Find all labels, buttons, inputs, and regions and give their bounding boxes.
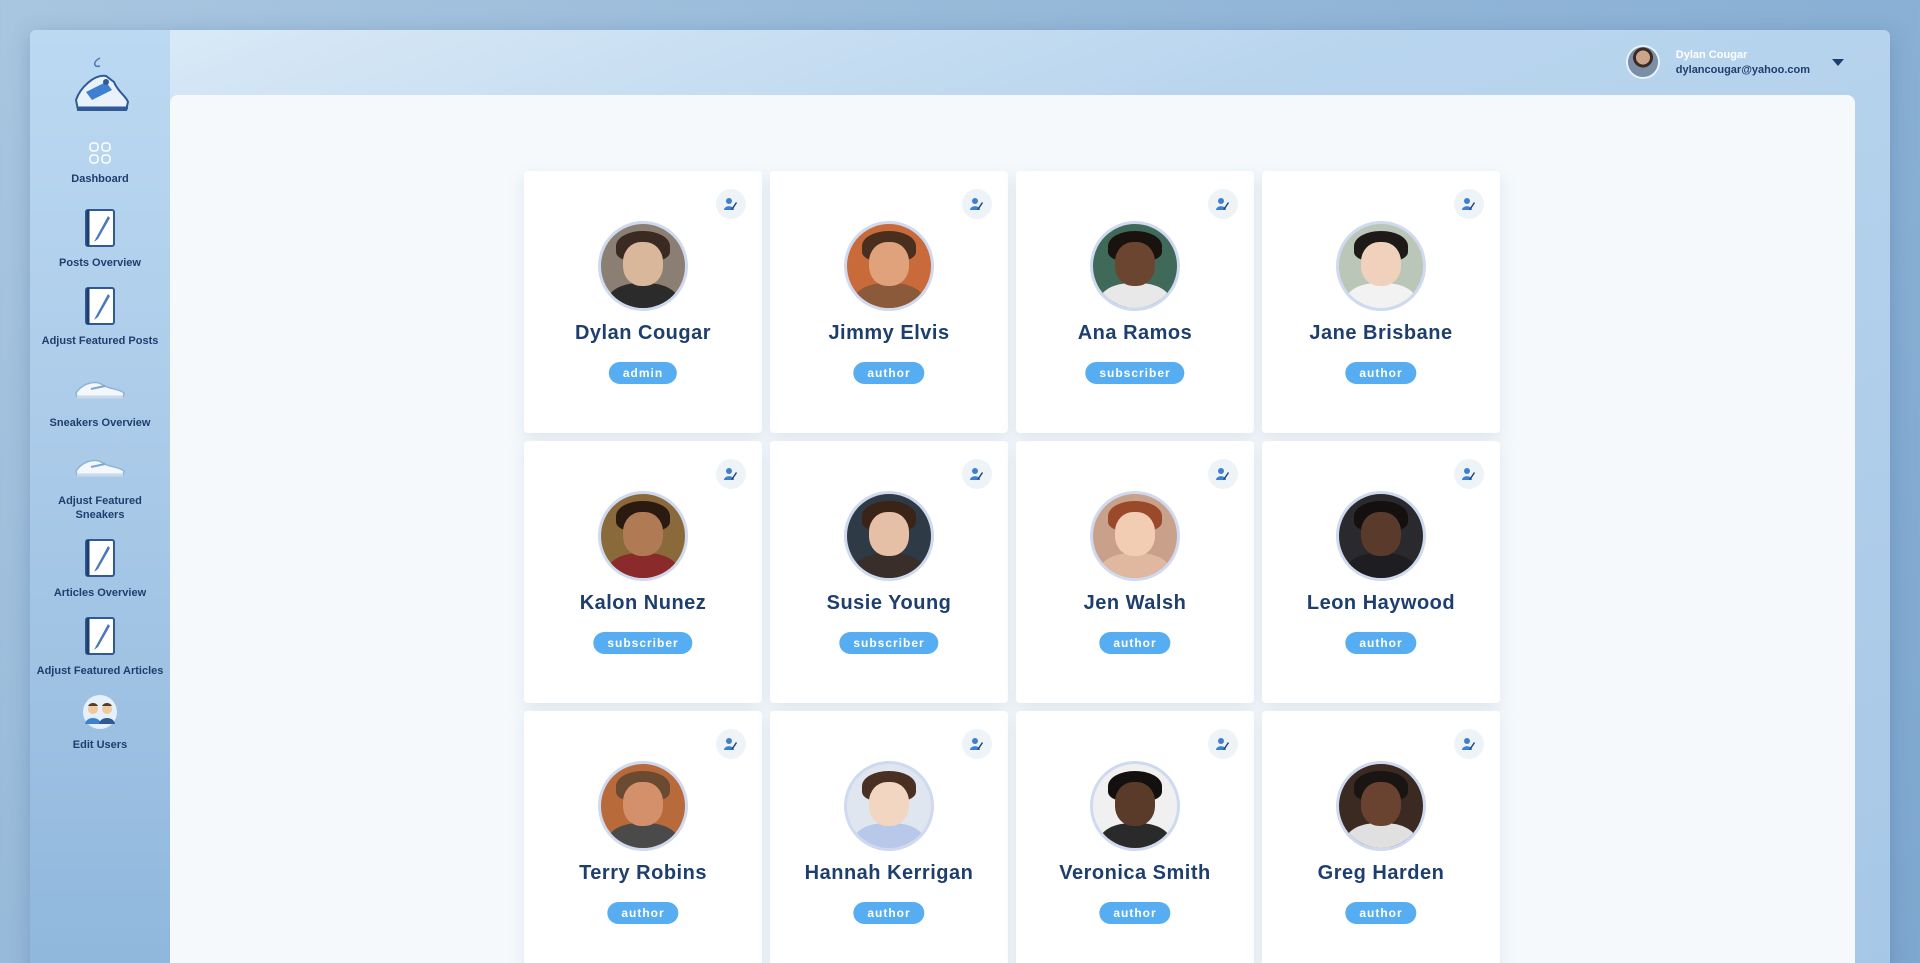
user-name: Dylan Cougar [574, 322, 712, 344]
sidebar-item-articles-overview[interactable]: Articles Overview [30, 534, 170, 612]
user-name: Susie Young [826, 592, 952, 614]
edit-user-icon[interactable] [1454, 459, 1484, 489]
sidebar-item-label: Posts Overview [59, 257, 141, 269]
role-badge[interactable]: author [1345, 362, 1417, 384]
avatar [844, 221, 934, 311]
avatar [598, 761, 688, 851]
edit-user-icon[interactable] [1208, 459, 1238, 489]
sidebar-nav: Dashboard Posts Overview Adjust Featured… [30, 138, 170, 760]
sidebar-item-label: Adjust Featured Articles [36, 665, 164, 677]
user-info: Dylan Cougar dylancougar@yahoo.com [1676, 49, 1810, 76]
notepad-icon [81, 612, 119, 660]
role-badge[interactable]: author [853, 362, 925, 384]
user-name: Leon Haywood [1306, 592, 1456, 614]
avatar [1090, 761, 1180, 851]
sidebar-item-dashboard[interactable]: Dashboard [30, 138, 170, 194]
sidebar-item-label: Adjust Featured Sneakers [58, 495, 142, 521]
edit-user-icon[interactable] [1208, 729, 1238, 759]
avatar [1625, 45, 1660, 79]
avatar [844, 761, 934, 851]
sidebar-item-adjust-featured-posts[interactable]: Adjust Featured Posts [30, 272, 170, 364]
edit-user-icon[interactable] [1454, 189, 1484, 219]
avatar [1336, 221, 1426, 311]
sidebar-item-edit-users[interactable]: Edit Users [30, 690, 170, 760]
notepad-icon [81, 534, 119, 582]
sidebar-item-label: Adjust Featured Posts [41, 335, 159, 347]
avatar [598, 221, 688, 311]
user-name: Dylan Cougar [1675, 48, 1748, 61]
role-badge[interactable]: author [1345, 632, 1417, 654]
notepad-icon [81, 204, 119, 252]
avatar [1090, 221, 1180, 311]
sidebar-item-adjust-featured-articles[interactable]: Adjust Featured Articles [30, 612, 170, 690]
sidebar-item-posts-overview[interactable]: Posts Overview [30, 194, 170, 272]
app-window: Dashboard Posts Overview Adjust Featured… [30, 30, 1890, 963]
role-badge[interactable]: subscriber [839, 632, 939, 654]
user-card: Hannah Kerrigan author [770, 711, 1008, 963]
user-card: Susie Young subscriber [770, 441, 1008, 703]
user-card: Dylan Cougar admin [524, 171, 762, 433]
notepad-icon [81, 282, 119, 330]
sneaker-icon [73, 442, 127, 490]
sneaker-logo[interactable] [66, 52, 136, 122]
sneaker-icon [73, 364, 127, 412]
edit-user-icon[interactable] [1208, 189, 1238, 219]
user-name: Greg Harden [1317, 862, 1445, 884]
user-name: Hannah Kerrigan [804, 862, 974, 884]
user-name: Terry Robins [579, 862, 707, 884]
user-card: Leon Haywood author [1262, 441, 1500, 703]
edit-user-icon[interactable] [716, 459, 746, 489]
user-card: Ana Ramos subscriber [1016, 171, 1254, 433]
avatar [1336, 491, 1426, 581]
user-name: Kalon Nunez [579, 592, 707, 614]
grid-icon [88, 138, 112, 168]
user-card: Greg Harden author [1262, 711, 1500, 963]
role-badge[interactable]: subscriber [1085, 362, 1185, 384]
sidebar: Dashboard Posts Overview Adjust Featured… [30, 30, 170, 963]
role-badge[interactable]: author [853, 902, 925, 924]
user-name: Ana Ramos [1077, 322, 1193, 344]
chevron-down-icon[interactable] [1832, 58, 1844, 66]
avatar [1336, 761, 1426, 851]
user-card: Jen Walsh author [1016, 441, 1254, 703]
edit-user-icon[interactable] [962, 189, 992, 219]
edit-user-icon[interactable] [716, 189, 746, 219]
edit-user-icon[interactable] [1454, 729, 1484, 759]
role-badge[interactable]: author [607, 902, 679, 924]
role-badge[interactable]: admin [608, 362, 678, 384]
avatar [1090, 491, 1180, 581]
user-menu[interactable]: Dylan Cougar dylancougar@yahoo.com [1625, 44, 1844, 80]
user-card: Veronica Smith author [1016, 711, 1254, 963]
avatar [598, 491, 688, 581]
role-badge[interactable]: author [1099, 632, 1171, 654]
user-name: Veronica Smith [1059, 862, 1211, 884]
role-badge[interactable]: author [1345, 902, 1417, 924]
sidebar-item-adjust-featured-sneakers[interactable]: Adjust Featured Sneakers [30, 442, 170, 534]
sidebar-item-label: Articles Overview [53, 587, 147, 599]
user-card: Jimmy Elvis author [770, 171, 1008, 433]
user-card: Jane Brisbane author [1262, 171, 1500, 433]
user-name: Jane Brisbane [1309, 322, 1453, 344]
edit-user-icon[interactable] [962, 459, 992, 489]
sidebar-item-label: Dashboard [71, 173, 129, 185]
user-card: Kalon Nunez subscriber [524, 441, 762, 703]
user-email: dylancougar@yahoo.com [1675, 63, 1810, 76]
users-icon [82, 690, 118, 734]
user-card-grid: Dylan Cougar admin Jimmy Elvis author An… [524, 171, 1500, 963]
edit-user-icon[interactable] [716, 729, 746, 759]
role-badge[interactable]: subscriber [593, 632, 693, 654]
sidebar-item-sneakers-overview[interactable]: Sneakers Overview [30, 364, 170, 442]
sidebar-item-label: Sneakers Overview [49, 417, 151, 429]
user-name: Jen Walsh [1083, 592, 1187, 614]
sidebar-item-label: Edit Users [72, 739, 128, 751]
user-card: Terry Robins author [524, 711, 762, 963]
user-name: Jimmy Elvis [828, 322, 950, 344]
avatar [844, 491, 934, 581]
edit-user-icon[interactable] [962, 729, 992, 759]
role-badge[interactable]: author [1099, 902, 1171, 924]
main-content: Dylan Cougar admin Jimmy Elvis author An… [170, 95, 1855, 963]
